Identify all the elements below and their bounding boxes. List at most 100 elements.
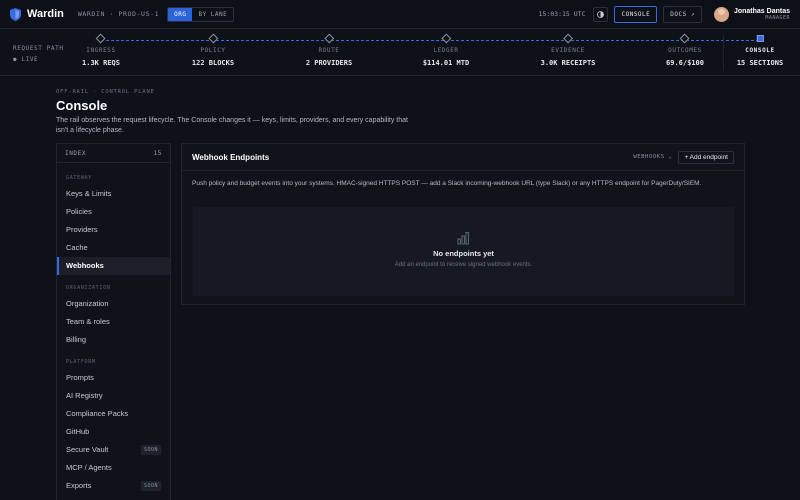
diamond-icon xyxy=(680,33,690,44)
scope-toggle: ORG BY LANE xyxy=(167,6,235,22)
docs-button[interactable]: DOCS ↗ xyxy=(663,5,702,23)
nav-item-label: Policies xyxy=(66,207,92,216)
index-label: INDEX xyxy=(65,149,87,157)
nav-item-mcp-agents[interactable]: MCP / Agents xyxy=(57,459,170,477)
nav-item-ai-registry[interactable]: AI Registry xyxy=(57,387,170,405)
stage-value: 3.0K RECEIPTS xyxy=(540,59,596,67)
nav-item-label: Billing xyxy=(66,335,87,344)
page-description: The rail observes the request lifecycle.… xyxy=(56,117,408,134)
stage-value: 15 SECTIONS xyxy=(736,59,784,67)
nav-item-label: Organization xyxy=(66,299,109,308)
nav-item-label: Cache xyxy=(66,243,88,252)
stage-name: LEDGER xyxy=(433,47,459,54)
user-name: Jonathas Dantas xyxy=(733,7,790,15)
add-endpoint-button[interactable]: + Add endpoint xyxy=(678,150,734,164)
index-count: 15 xyxy=(153,149,162,157)
stage-value: 1.3K REQS xyxy=(82,59,120,67)
contrast-icon xyxy=(597,10,605,18)
avatar xyxy=(713,6,729,22)
diamond-icon xyxy=(208,33,218,44)
group-gateway: GATEWAY xyxy=(66,175,92,181)
user-role: MANAGER xyxy=(765,14,790,21)
stage-value: 122 BLOCKS xyxy=(191,59,235,67)
nav-item-exports[interactable]: Exports SOON xyxy=(57,477,170,495)
stage-route[interactable]: ROUTE 2 PROVIDERS xyxy=(305,33,353,67)
nav-item-label: GitHub xyxy=(66,427,90,436)
diamond-icon xyxy=(441,33,451,44)
utc-clock: 15:03:15 UTC xyxy=(538,10,586,18)
shield-icon xyxy=(10,7,21,21)
soon-badge: SOON xyxy=(140,481,161,491)
request-path-pipeline: REQUEST PATH ● LIVE INGRESS 1.3K REQS PO… xyxy=(0,29,800,76)
card-title: Webhook Endpoints xyxy=(192,152,270,162)
nav-item-cache[interactable]: Cache xyxy=(57,239,170,257)
nav-item-team-roles[interactable]: Team & roles xyxy=(57,313,170,331)
stage-name: CONSOLE xyxy=(745,47,775,54)
card-header: Webhook Endpoints WEBHOOKS ⌄ + Add endpo… xyxy=(182,144,744,171)
stage-name: OUTCOMES xyxy=(668,47,702,54)
diamond-icon xyxy=(563,33,573,44)
nav-item-compliance-packs[interactable]: Compliance Packs xyxy=(57,405,170,423)
diamond-icon xyxy=(96,33,106,44)
nav-item-label: Webhooks xyxy=(66,261,104,270)
nav-item-label: Providers xyxy=(66,225,98,234)
nav-item-providers[interactable]: Providers xyxy=(57,221,170,239)
bar-chart-icon xyxy=(457,232,469,245)
theme-toggle-button[interactable] xyxy=(593,6,609,22)
stage-value: $114.01 MTD xyxy=(422,59,470,67)
group-platform: PLATFORM xyxy=(66,359,96,365)
nav-item-label: Exports xyxy=(66,481,92,490)
stage-evidence[interactable]: EVIDENCE 3.0K RECEIPTS xyxy=(540,33,596,67)
live-indicator: ● LIVE xyxy=(13,56,39,63)
stage-outcomes[interactable]: OUTCOMES 69.6/$100 xyxy=(666,33,704,67)
diamond-icon xyxy=(324,33,334,44)
stage-ledger[interactable]: LEDGER $114.01 MTD xyxy=(422,33,470,67)
stage-name: EVIDENCE xyxy=(551,47,585,54)
nav-item-label: Keys & Limits xyxy=(66,189,112,198)
card-description: Push policy and budget events into your … xyxy=(192,180,702,187)
nav-item-label: Team & roles xyxy=(66,317,110,326)
nav-item-label: Secure Vault xyxy=(66,445,109,454)
stage-value: 69.6/$100 xyxy=(666,59,704,67)
empty-state: No endpoints yet Add an endpoint to rece… xyxy=(193,207,734,296)
user-menu[interactable]: Jonathas Dantas MANAGER xyxy=(713,6,790,22)
webhooks-filter-dropdown[interactable]: WEBHOOKS ⌄ xyxy=(633,154,672,160)
top-bar: Wardin WARDIN · PROD-US-1 ORG BY LANE 15… xyxy=(0,0,800,29)
breadcrumb: OFF-RAIL · CONTROL PLANE xyxy=(56,89,155,95)
empty-state-title: No endpoints yet xyxy=(433,249,494,258)
stage-name: ROUTE xyxy=(318,47,340,54)
nav-item-label: Compliance Packs xyxy=(66,409,129,418)
nav-item-prompts[interactable]: Prompts xyxy=(57,369,170,387)
nav-item-billing[interactable]: Billing xyxy=(57,331,170,349)
page-title: Console xyxy=(56,98,108,113)
stage-console[interactable]: CONSOLE 15 SECTIONS xyxy=(737,35,783,67)
index-header: INDEX 15 xyxy=(57,144,170,163)
empty-state-subtitle: Add an endpoint to receive signed webhoo… xyxy=(394,262,533,268)
nav-item-label: Prompts xyxy=(66,373,94,382)
soon-badge: SOON xyxy=(140,445,161,455)
brand-name: Wardin xyxy=(27,8,64,20)
nav-item-policies[interactable]: Policies xyxy=(57,203,170,221)
group-organization: ORGANIZATION xyxy=(66,285,111,291)
stage-name: POLICY xyxy=(200,47,226,54)
stage-ingress[interactable]: INGRESS 1.3K REQS xyxy=(82,33,120,67)
nav-item-label: AI Registry xyxy=(66,391,103,400)
nav-item-keys-limits[interactable]: Keys & Limits xyxy=(57,185,170,203)
nav-item-webhooks[interactable]: Webhooks xyxy=(57,257,170,275)
pipeline-label: REQUEST PATH xyxy=(13,45,64,52)
nav-item-organization[interactable]: Organization xyxy=(57,295,170,313)
pipeline-divider xyxy=(723,35,724,71)
webhook-endpoints-card: Webhook Endpoints WEBHOOKS ⌄ + Add endpo… xyxy=(181,143,745,305)
scope-option-by-lane[interactable]: BY LANE xyxy=(192,8,233,21)
nav-item-secure-vault[interactable]: Secure Vault SOON xyxy=(57,441,170,459)
nav-item-github[interactable]: GitHub xyxy=(57,423,170,441)
environment-label: WARDIN · PROD-US-1 xyxy=(77,10,160,18)
console-index: INDEX 15 GATEWAY Keys & Limits Policies … xyxy=(56,143,171,500)
stage-value: 2 PROVIDERS xyxy=(305,59,353,67)
stage-policy[interactable]: POLICY 122 BLOCKS xyxy=(191,33,235,67)
stage-name: INGRESS xyxy=(86,47,116,54)
nav-item-label: MCP / Agents xyxy=(66,463,112,472)
console-button[interactable]: CONSOLE xyxy=(614,5,658,23)
logo[interactable]: Wardin xyxy=(10,7,64,21)
scope-option-org[interactable]: ORG xyxy=(168,7,193,21)
